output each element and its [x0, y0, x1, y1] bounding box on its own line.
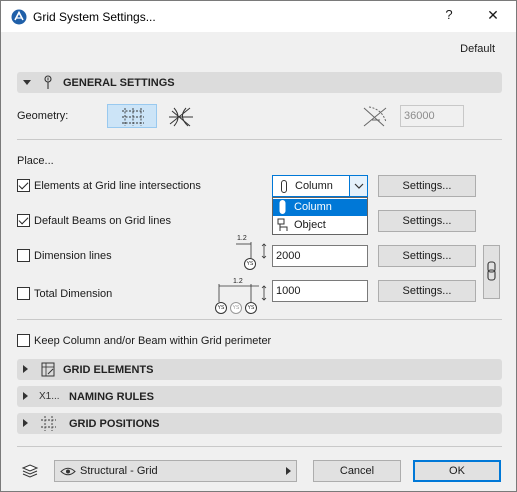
preset-label[interactable]: Default [460, 43, 495, 55]
eye-icon [60, 467, 76, 476]
dimension-lines-checkbox[interactable] [17, 249, 30, 262]
dimension-lines-diagram: 1.2 YS [233, 234, 269, 270]
naming-rules-icon: X1... [39, 391, 60, 402]
elements-settings-button[interactable]: Settings... [378, 175, 476, 197]
total-dimension-checkbox[interactable] [17, 287, 30, 300]
grid-bubble-icon: YS [215, 302, 227, 314]
element-type-select[interactable]: Column [272, 175, 368, 197]
total-dimension-diagram: 1.2 YS YS YS [213, 278, 269, 314]
separator [17, 139, 502, 140]
dropdown-option-object[interactable]: Object [273, 217, 367, 234]
polar-grid-icon [169, 107, 193, 127]
angle-icon [363, 106, 387, 127]
place-label: Place... [17, 155, 54, 167]
chevron-right-icon [286, 467, 291, 475]
chevron-down-icon [349, 176, 367, 196]
column-icon [281, 180, 287, 193]
total-dimension-field[interactable]: 1000 [272, 280, 368, 302]
object-icon [277, 218, 288, 231]
separator [17, 446, 502, 447]
orthogonal-grid-icon [122, 108, 144, 126]
default-beams-label: Default Beams on Grid lines [34, 215, 171, 227]
total-dimension-label: Total Dimension [34, 288, 113, 300]
link-values-button[interactable] [483, 245, 500, 299]
layer-select[interactable]: Structural - Grid [54, 460, 297, 482]
element-type-dropdown: Column Object [272, 197, 368, 235]
dialog-title: Grid System Settings... [33, 10, 156, 24]
grid-bubble-icon: YS [245, 302, 257, 314]
keep-within-perimeter-checkbox[interactable] [17, 334, 30, 347]
pin-icon [44, 75, 52, 89]
section-label: NAMING RULES [69, 391, 154, 403]
geometry-label: Geometry: [17, 110, 69, 122]
grid-elements-header[interactable]: GRID ELEMENTS [17, 359, 502, 380]
expand-caret-icon [23, 419, 28, 427]
angle-field[interactable]: 36000 [400, 105, 464, 127]
elements-at-intersections-checkbox[interactable] [17, 179, 30, 192]
dimension-lines-label: Dimension lines [34, 250, 112, 262]
naming-rules-header[interactable]: X1... NAMING RULES [17, 386, 502, 407]
total-dimension-settings-button[interactable]: Settings... [378, 280, 476, 302]
chain-link-icon [487, 261, 496, 281]
dropdown-option-label: Column [294, 201, 332, 213]
keep-within-perimeter-label: Keep Column and/or Beam within Grid peri… [34, 335, 272, 347]
cancel-button[interactable]: Cancel [313, 460, 401, 482]
ok-button[interactable]: OK [413, 460, 501, 482]
section-label: GENERAL SETTINGS [63, 77, 175, 89]
column-icon [279, 200, 286, 214]
grid-positions-icon [41, 416, 56, 431]
section-label: GRID POSITIONS [69, 418, 160, 430]
grid-bubble-icon: YS [244, 258, 256, 270]
general-settings-header[interactable]: GENERAL SETTINGS [17, 72, 502, 93]
help-button[interactable]: ? [441, 7, 457, 25]
layer-value: Structural - Grid [80, 465, 158, 477]
geometry-polar-button[interactable] [159, 104, 209, 128]
expand-caret-icon [23, 365, 28, 373]
close-button[interactable]: ✕ [485, 7, 501, 25]
title-bar: Grid System Settings... ? ✕ [1, 1, 516, 32]
dimension-lines-field[interactable]: 2000 [272, 245, 368, 267]
grid-positions-header[interactable]: GRID POSITIONS [17, 413, 502, 434]
separator [17, 319, 502, 320]
grid-bubble-icon: YS [230, 302, 242, 314]
archicad-logo-icon [11, 9, 27, 25]
grid-elements-icon [41, 362, 55, 377]
default-beams-checkbox[interactable] [17, 214, 30, 227]
dropdown-option-label: Object [294, 219, 326, 231]
beams-settings-button[interactable]: Settings... [378, 210, 476, 232]
collapse-caret-icon [23, 80, 31, 85]
layers-icon [21, 464, 39, 478]
geometry-orthogonal-button[interactable] [107, 104, 157, 128]
expand-caret-icon [23, 392, 28, 400]
dropdown-option-column[interactable]: Column [273, 199, 367, 216]
element-type-value: Column [295, 180, 333, 192]
section-label: GRID ELEMENTS [63, 364, 154, 376]
grid-system-settings-dialog: Grid System Settings... ? ✕ Default GENE… [0, 0, 517, 492]
elements-at-intersections-label: Elements at Grid line intersections [34, 180, 201, 192]
dimension-settings-button[interactable]: Settings... [378, 245, 476, 267]
